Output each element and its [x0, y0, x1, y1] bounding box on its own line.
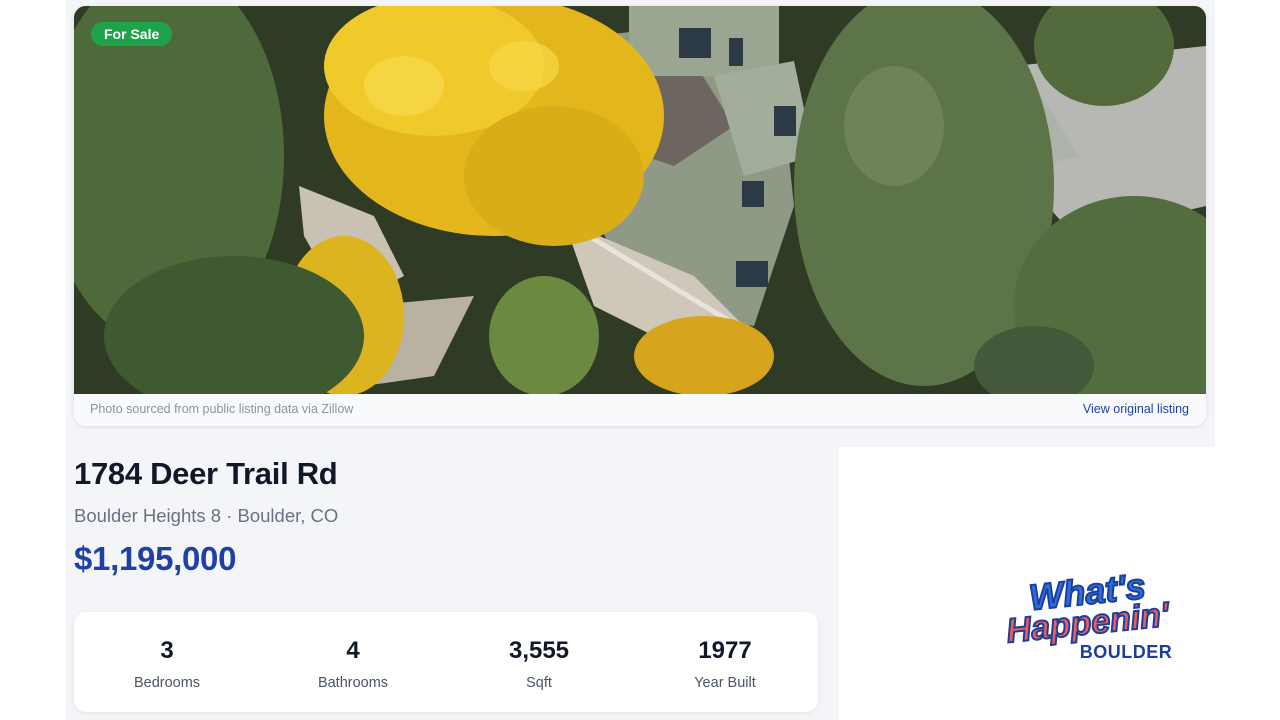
photo-source-caption: Photo sourced from public listing data v… — [90, 402, 354, 416]
logo-line-3: BOULDER — [1080, 642, 1173, 662]
stat-label: Bathrooms — [317, 675, 389, 691]
photo-caption-bar: Photo sourced from public listing data v… — [74, 394, 1206, 426]
stat-value: 3 — [160, 637, 174, 664]
stat-bedrooms: 3 Bedrooms — [74, 612, 260, 712]
listing-address: 1784 Deer Trail Rd — [74, 456, 338, 491]
stat-value: 1977 — [698, 637, 752, 664]
brand-logo-graphic: What's Happenin' BOULDER — [1004, 564, 1174, 662]
aerial-house-image — [74, 6, 1206, 394]
stat-label: Bedrooms — [133, 675, 201, 691]
stat-label: Year Built — [694, 675, 756, 691]
listing-locality: Boulder Heights 8 · Boulder, CO — [74, 505, 339, 526]
stat-label: Sqft — [526, 675, 552, 691]
view-original-listing-link[interactable]: View original listing — [1083, 402, 1189, 416]
stat-bathrooms: 4 Bathrooms — [260, 612, 446, 712]
stat-year-built: 1977 Year Built — [632, 612, 818, 712]
listing-price: $1,195,000 — [74, 540, 237, 577]
stat-sqft: 3,555 Sqft — [446, 612, 632, 712]
listing-photo-card: For Sale Photo sourced from public listi… — [74, 6, 1206, 426]
property-stats-card: 3 Bedrooms 4 Bathrooms 3,555 Sqft 1977 Y… — [74, 612, 818, 712]
stat-value: 3,555 — [508, 637, 570, 664]
stat-value: 4 — [346, 637, 360, 664]
listing-photo[interactable]: For Sale — [74, 6, 1206, 394]
for-sale-badge: For Sale — [91, 22, 173, 46]
whats-happenin-boulder-logo: What's Happenin' BOULDER — [984, 564, 1198, 668]
